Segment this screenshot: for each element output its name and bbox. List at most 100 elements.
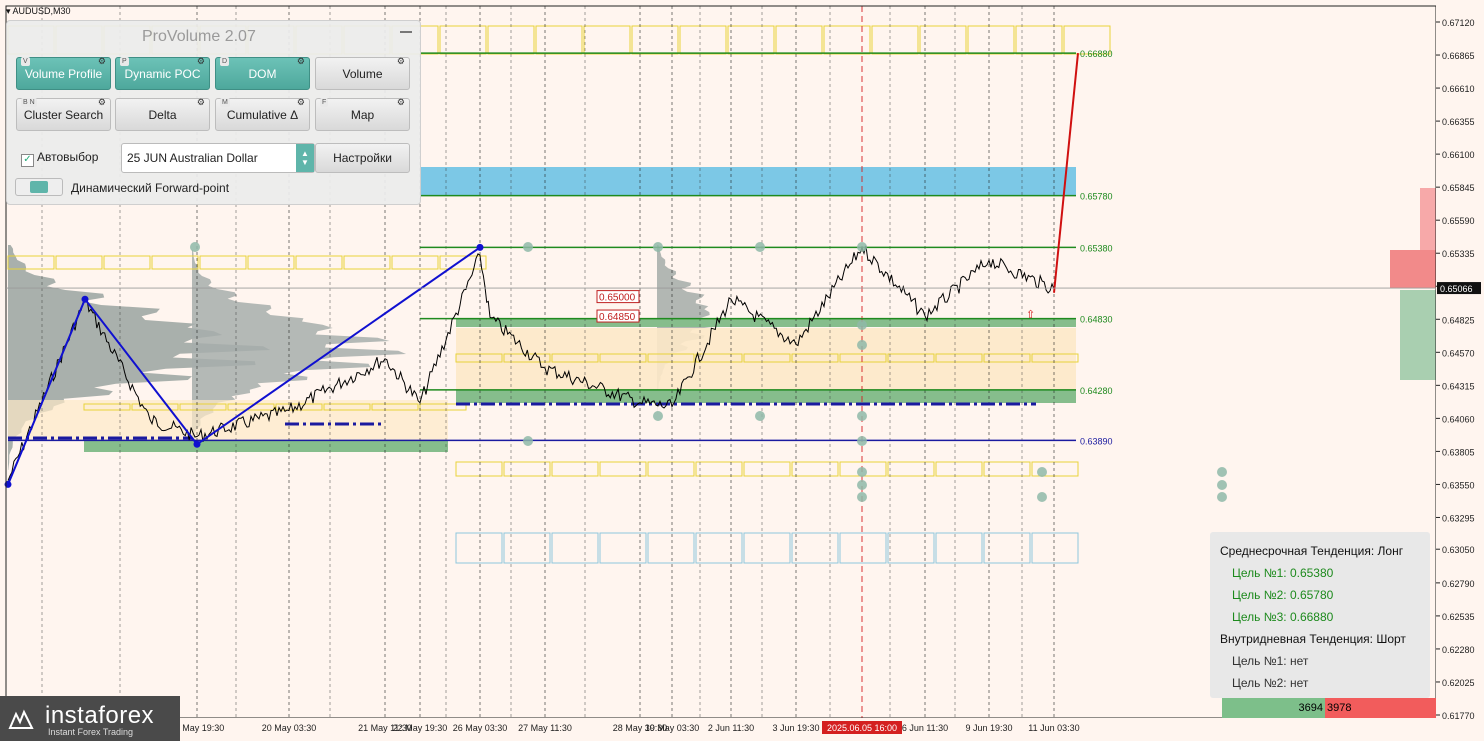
y-tick-label: 0.65335 bbox=[1442, 249, 1475, 259]
marker-dot bbox=[1217, 480, 1227, 490]
y-tick-label: 0.64060 bbox=[1442, 414, 1475, 424]
forward-box bbox=[743, 461, 791, 477]
forward-box bbox=[743, 532, 791, 564]
gear-icon[interactable]: ⚙ bbox=[297, 98, 305, 107]
x-tick-label: 3 Jun 19:30 bbox=[772, 723, 819, 733]
hotkey-label: B N bbox=[21, 98, 37, 107]
forward-box bbox=[1031, 532, 1079, 564]
marker-dot bbox=[523, 242, 533, 252]
forward-box bbox=[647, 532, 695, 564]
settings-button[interactable]: Настройки bbox=[315, 143, 410, 173]
y-tick-label: 0.64570 bbox=[1442, 348, 1475, 358]
cluster-search-button[interactable]: B N ⚙ Cluster Search bbox=[16, 98, 111, 131]
y-tick-label: 0.66100 bbox=[1442, 150, 1475, 160]
cumulative-delta-button[interactable]: M ⚙ Cumulative Δ bbox=[215, 98, 310, 131]
forward-box bbox=[247, 255, 295, 270]
marker-dot bbox=[857, 480, 867, 490]
forward-box bbox=[695, 532, 743, 564]
forward-box bbox=[199, 255, 247, 270]
hotkey-label: M bbox=[220, 98, 230, 107]
gear-icon[interactable]: ⚙ bbox=[98, 98, 106, 107]
forward-box bbox=[679, 25, 727, 55]
price-box-label: 0.65000 bbox=[599, 293, 636, 304]
volume-button[interactable]: ⚙ Volume bbox=[315, 57, 410, 90]
forward-point-toggle[interactable] bbox=[15, 178, 63, 196]
support-zone bbox=[84, 440, 448, 452]
mid-target-3: Цель №3: 0.66880 bbox=[1232, 610, 1334, 624]
checkmark-icon[interactable]: ✓ bbox=[21, 154, 34, 167]
x-tick-label: 2025.06.05 16:00 bbox=[827, 723, 897, 733]
gear-icon[interactable]: ⚙ bbox=[98, 57, 106, 66]
x-tick-label: 20 May 03:30 bbox=[262, 723, 317, 733]
forward-box bbox=[823, 25, 871, 55]
x-tick-label: 26 May 03:30 bbox=[453, 723, 508, 733]
level-label: 0.63890 bbox=[1080, 436, 1113, 446]
gear-icon[interactable]: ⚙ bbox=[197, 98, 205, 107]
y-tick-label: 0.63550 bbox=[1442, 480, 1475, 490]
gear-icon[interactable]: ⚙ bbox=[397, 98, 405, 107]
forward-box bbox=[791, 461, 839, 477]
auto-select-checkbox[interactable]: ✓ Автовыбор bbox=[21, 150, 98, 167]
forward-box bbox=[55, 255, 103, 270]
forward-box bbox=[455, 532, 503, 564]
dom-buy-profile bbox=[1400, 290, 1436, 380]
arrow-up-icon: ⇧ bbox=[1026, 309, 1035, 321]
forward-box bbox=[967, 25, 1015, 55]
x-tick-label: 27 May 11:30 bbox=[518, 723, 572, 733]
marker-dot bbox=[857, 436, 867, 446]
y-tick-label: 0.65590 bbox=[1442, 216, 1475, 226]
zigzag-point bbox=[193, 440, 201, 448]
toggle-knob[interactable] bbox=[30, 181, 48, 193]
hotkey-label: D bbox=[220, 57, 230, 66]
current-price-label: 0.65066 bbox=[1440, 284, 1473, 294]
volume-profile-button[interactable]: V ⚙ Volume Profile bbox=[16, 57, 111, 90]
minimize-icon[interactable] bbox=[400, 31, 412, 33]
marker-dot bbox=[1217, 467, 1227, 477]
trend-panel: Среднесрочная Тенденция: Лонг Цель №1: 0… bbox=[1210, 532, 1430, 698]
forward-box bbox=[455, 461, 503, 477]
forward-box bbox=[775, 25, 823, 55]
forward-box bbox=[1015, 25, 1063, 55]
logo-icon bbox=[8, 709, 34, 729]
forward-box bbox=[631, 25, 679, 55]
marker-dot bbox=[1217, 492, 1227, 502]
y-tick-label: 0.67120 bbox=[1442, 18, 1475, 28]
forward-box bbox=[887, 461, 935, 477]
auto-select-label: Автовыбор bbox=[37, 150, 99, 164]
gear-icon[interactable]: ⚙ bbox=[297, 57, 305, 66]
instrument-select[interactable]: 25 JUN Australian Dollar ▲ ▼ bbox=[121, 143, 315, 173]
dynamic-poc-button[interactable]: P ⚙ Dynamic POC bbox=[115, 57, 210, 90]
button-label: Volume bbox=[342, 67, 383, 81]
marker-dot bbox=[523, 436, 533, 446]
support-zone bbox=[456, 390, 1076, 403]
spinner-arrows-icon[interactable]: ▲ ▼ bbox=[296, 144, 314, 172]
level-label: 0.66880 bbox=[1080, 49, 1113, 59]
marker-dot bbox=[1037, 467, 1047, 477]
y-tick-label: 0.62025 bbox=[1442, 678, 1475, 688]
button-label: Delta bbox=[148, 108, 177, 122]
logo-tagline: Instant Forex Trading bbox=[48, 727, 134, 737]
provolume-panel[interactable]: ProVolume 2.07 V ⚙ Volume Profile P ⚙ Dy… bbox=[6, 20, 421, 205]
marker-dot bbox=[653, 411, 663, 421]
map-button[interactable]: F ⚙ Map bbox=[315, 98, 410, 131]
sell-volume: 3978 bbox=[1325, 698, 1436, 718]
x-tick-label: 22 May 19:30 bbox=[393, 723, 448, 733]
level-label: 0.64280 bbox=[1080, 386, 1113, 396]
panel-title: ProVolume 2.07 bbox=[142, 28, 256, 45]
dom-button[interactable]: D ⚙ DOM bbox=[215, 57, 310, 90]
gear-icon[interactable]: ⚙ bbox=[397, 57, 405, 66]
forward-point-label: Динамический Forward-point bbox=[71, 181, 230, 195]
intraday-target-1: Цель №1: нет bbox=[1232, 654, 1309, 668]
x-tick-label: 9 Jun 19:30 bbox=[965, 723, 1012, 733]
mid-term-trend: Среднесрочная Тенденция: Лонг bbox=[1220, 544, 1404, 558]
forward-box bbox=[935, 461, 983, 477]
symbol-label: ▾ AUDUSD,M30 bbox=[6, 6, 71, 16]
delta-button[interactable]: ⚙ Delta bbox=[115, 98, 210, 131]
gear-icon[interactable]: ⚙ bbox=[197, 57, 205, 66]
forward-box bbox=[295, 255, 343, 270]
price-axis-bg bbox=[1436, 0, 1484, 741]
symbol-text: AUDUSD,M30 bbox=[12, 6, 71, 16]
forward-box bbox=[647, 461, 695, 477]
mid-target-1: Цель №1: 0.65380 bbox=[1232, 566, 1334, 580]
instrument-value: 25 JUN Australian Dollar bbox=[127, 151, 258, 165]
